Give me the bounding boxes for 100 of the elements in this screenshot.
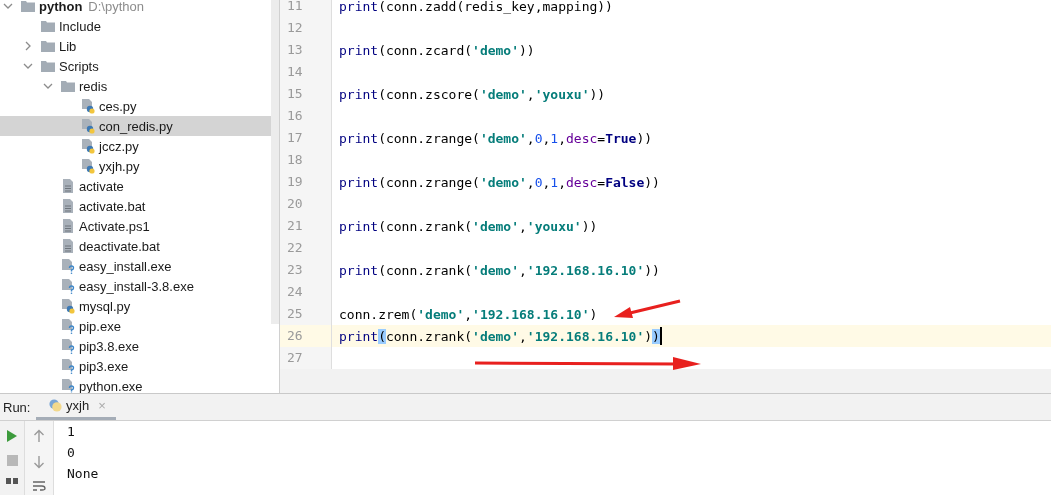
tree-item[interactable]: Activate.ps1 bbox=[0, 216, 271, 236]
tree-item[interactable]: python.exe bbox=[0, 376, 271, 393]
unknown-file-icon bbox=[60, 378, 76, 393]
tree-item[interactable]: deactivate.bat bbox=[0, 236, 271, 256]
tree-item[interactable]: easy_install-3.8.exe bbox=[0, 276, 271, 296]
matched-brace: ( bbox=[378, 328, 386, 344]
tree-item-label: pip3.8.exe bbox=[79, 338, 139, 354]
code-keyword: print bbox=[339, 262, 379, 278]
tree-item[interactable]: mysql.py bbox=[0, 296, 271, 316]
tree-item[interactable]: pip3.8.exe bbox=[0, 336, 271, 356]
python-file-icon bbox=[80, 118, 96, 134]
code-constant: False bbox=[605, 174, 645, 190]
code-text: (conn.zrank( bbox=[378, 262, 473, 278]
tree-item[interactable]: Include bbox=[0, 16, 271, 36]
text-file-icon bbox=[60, 178, 76, 194]
code-text: conn.zrem( bbox=[339, 306, 418, 322]
text-caret bbox=[659, 327, 662, 345]
line-number: 23 bbox=[280, 259, 332, 281]
code-text: , bbox=[542, 130, 551, 146]
line-number: 24 bbox=[280, 281, 332, 303]
run-label: Run: bbox=[2, 398, 32, 417]
console-output: 0 bbox=[67, 444, 76, 462]
line-number: 16 bbox=[280, 105, 332, 127]
tree-item[interactable]: activate bbox=[0, 176, 271, 196]
run-icon[interactable] bbox=[6, 429, 18, 443]
code-string: '192.168.16.10' bbox=[526, 328, 645, 344]
tree-item[interactable]: pip3.exe bbox=[0, 356, 271, 376]
code-param: desc bbox=[566, 174, 598, 190]
tree-item[interactable]: activate.bat bbox=[0, 196, 271, 216]
tree-item[interactable]: python D:\python bbox=[0, 0, 271, 16]
line-number: 21 bbox=[280, 215, 332, 237]
code-text: conn.zrank( bbox=[385, 328, 473, 344]
tree-item[interactable]: ces.py bbox=[0, 96, 271, 116]
up-arrow-icon[interactable] bbox=[33, 429, 45, 443]
code-string: 'demo' bbox=[417, 306, 465, 322]
line-number: 14 bbox=[280, 61, 332, 83]
code-number: 1 bbox=[550, 174, 559, 190]
folder-icon bbox=[40, 19, 56, 33]
tree-item-label: python bbox=[39, 0, 83, 14]
line-number: 27 bbox=[280, 347, 332, 369]
tree-item[interactable]: Scripts bbox=[0, 56, 271, 76]
tree-item-label: activate.bat bbox=[79, 198, 146, 214]
tree-item-label: yxjh.py bbox=[99, 158, 140, 174]
code-number: 0 bbox=[534, 174, 543, 190]
tree-item-label: mysql.py bbox=[79, 298, 131, 314]
tree-item-label: Activate.ps1 bbox=[79, 218, 150, 234]
tree-item-label: Include bbox=[59, 18, 101, 34]
tree-item[interactable]: Lib bbox=[0, 36, 271, 56]
tree-item[interactable]: yxjh.py bbox=[0, 156, 271, 176]
folder-icon bbox=[20, 0, 36, 13]
tree-item-label: easy_install.exe bbox=[79, 258, 172, 274]
code-text: (conn.zrange( bbox=[378, 174, 480, 190]
path-hint: D:\python bbox=[88, 0, 144, 14]
code-number: 1 bbox=[550, 130, 559, 146]
python-file-icon bbox=[80, 158, 96, 174]
code-string: '192.168.16.10' bbox=[526, 262, 645, 278]
text-file-icon bbox=[60, 198, 76, 214]
line-number: 25 bbox=[280, 303, 332, 325]
soft-wrap-icon[interactable] bbox=[32, 481, 46, 491]
scrollbar[interactable] bbox=[271, 0, 279, 324]
code-text: , bbox=[519, 218, 527, 234]
code-text: = bbox=[597, 130, 606, 146]
code-text: , bbox=[558, 174, 566, 190]
layout-icon[interactable] bbox=[6, 478, 18, 484]
folder-icon bbox=[60, 79, 76, 93]
line-number: 20 bbox=[280, 193, 332, 215]
code-text: (conn.zadd(redis_key,mapping)) bbox=[378, 0, 613, 14]
code-keyword: print bbox=[339, 130, 379, 146]
tree-item[interactable]: jccz.py bbox=[0, 136, 271, 156]
tree-item[interactable]: redis bbox=[0, 76, 271, 96]
line-number: 17 bbox=[280, 127, 332, 149]
line-number: 12 bbox=[280, 17, 332, 39]
text-file-icon bbox=[60, 218, 76, 234]
unknown-file-icon bbox=[60, 278, 76, 294]
code-string: 'demo' bbox=[472, 218, 520, 234]
tree-item-label: ces.py bbox=[99, 98, 137, 114]
tree-item-label: pip.exe bbox=[79, 318, 121, 334]
tree-item[interactable]: con_redis.py bbox=[0, 116, 271, 136]
code-text: (conn.zrange( bbox=[378, 130, 480, 146]
python-file-icon bbox=[80, 98, 96, 114]
code-string: '192.168.16.10' bbox=[472, 306, 590, 322]
tree-item-label: deactivate.bat bbox=[79, 238, 160, 254]
tree-item-label: Scripts bbox=[59, 58, 99, 74]
stop-icon[interactable] bbox=[6, 455, 18, 466]
code-text: )) bbox=[581, 218, 598, 234]
code-text: = bbox=[597, 174, 606, 190]
python-icon bbox=[48, 398, 63, 413]
tree-item[interactable]: easy_install.exe bbox=[0, 256, 271, 276]
line-number: 15 bbox=[280, 83, 332, 105]
annotation-arrow bbox=[614, 299, 681, 318]
code-keyword: print bbox=[339, 42, 379, 58]
tree-item[interactable]: pip.exe bbox=[0, 316, 271, 336]
code-editor[interactable] bbox=[280, 0, 1051, 393]
down-arrow-icon[interactable] bbox=[33, 455, 45, 469]
code-text: )) bbox=[644, 174, 660, 190]
python-file-icon bbox=[80, 138, 96, 154]
code-text: )) bbox=[644, 262, 660, 278]
code-string: 'demo' bbox=[479, 174, 527, 190]
tree-item-label: activate bbox=[79, 178, 124, 194]
folder-icon bbox=[40, 39, 56, 53]
